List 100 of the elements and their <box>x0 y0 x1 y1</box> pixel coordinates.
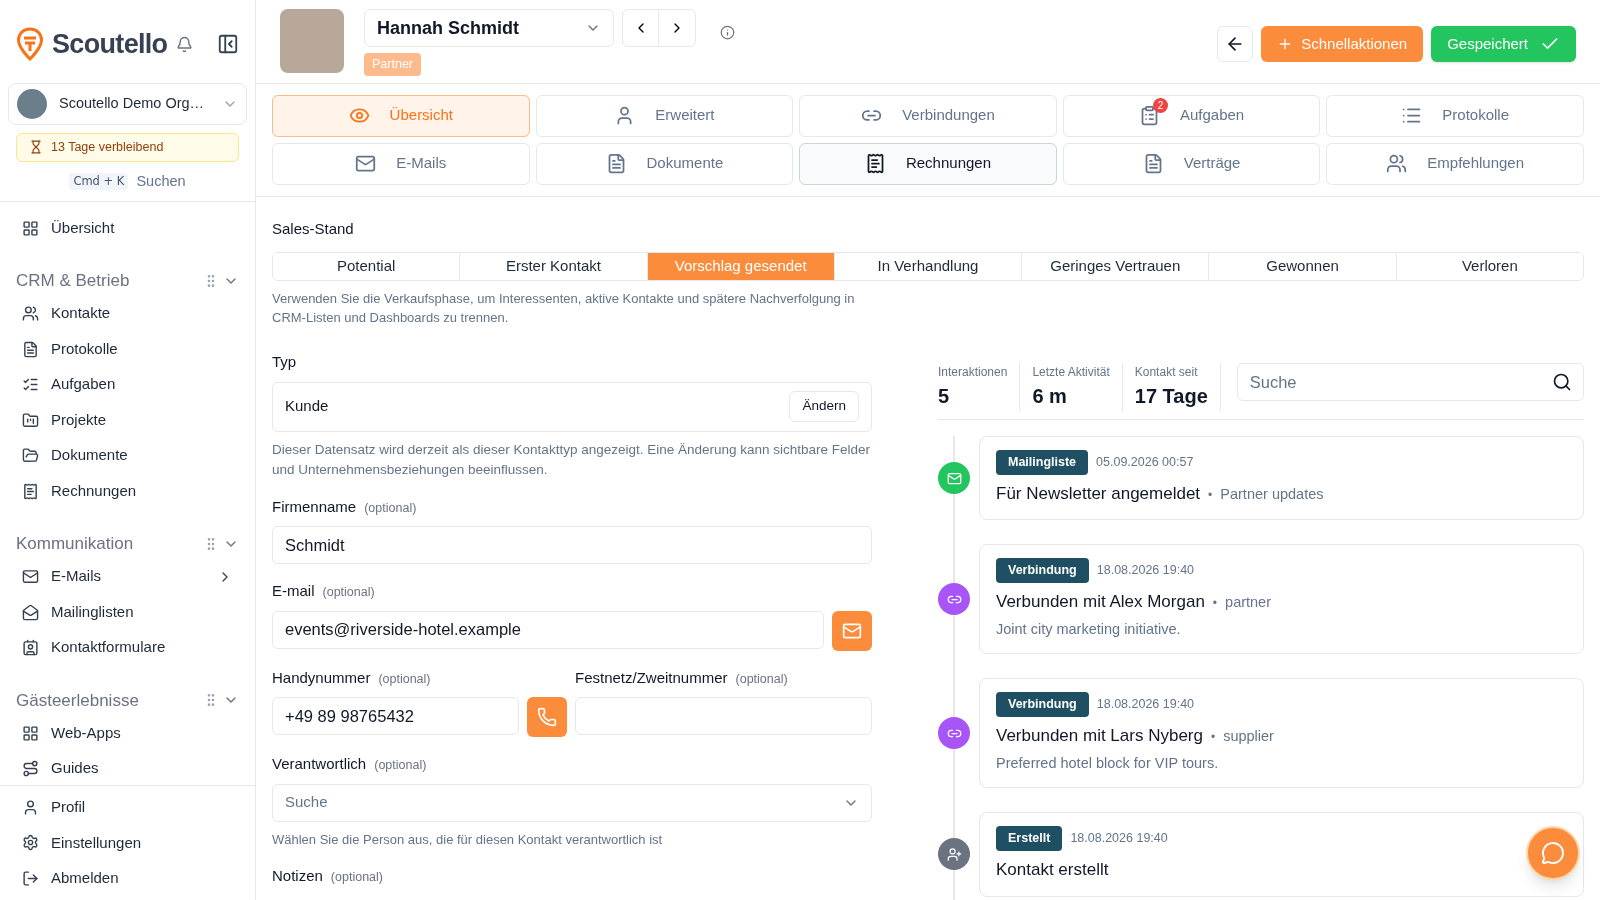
nav-item[interactable]: Protokolle <box>0 331 255 367</box>
event-title: Kontakt erstellt <box>996 859 1109 881</box>
info-icon[interactable] <box>720 25 735 40</box>
collapse-sidebar-icon[interactable] <box>217 33 239 56</box>
bullet-separator: • <box>1212 595 1218 612</box>
mail-icon <box>22 568 39 585</box>
chat-bubble-icon <box>1541 841 1565 865</box>
trial-text: 13 Tage verbleibend <box>51 138 164 156</box>
event-tag: Erstellt <box>996 826 1063 851</box>
nav-item[interactable]: Web-Apps <box>0 715 255 751</box>
contact-card-icon <box>22 639 39 656</box>
optional-hint: (optional) <box>374 757 427 774</box>
owner-select[interactable]: Suche <box>272 783 872 822</box>
email-field[interactable]: events@riverside-hotel.example <box>272 610 824 649</box>
tab[interactable]: E-Mails <box>272 142 530 185</box>
users-icon <box>22 305 39 322</box>
mobile-number-field[interactable]: +49 89 98765432 <box>272 697 519 735</box>
back-button[interactable] <box>1217 26 1254 62</box>
field-label: Typ <box>272 352 298 372</box>
organization-switcher[interactable]: Scoutello Demo Org… <box>8 82 247 125</box>
field-label: Verantwortlich <box>272 754 367 774</box>
field-label: Handynummer <box>272 667 371 688</box>
grid-icon <box>22 724 39 742</box>
help-text: Wählen Sie die Person aus, die für diesen Kontakt verantwortlich ist <box>272 830 664 849</box>
tab[interactable]: Erweitert <box>535 94 794 137</box>
nav-item[interactable]: Mailinglisten <box>0 594 255 630</box>
search-link[interactable]: Suchen <box>136 170 186 193</box>
field-label: E-mail <box>272 581 315 601</box>
nav-item[interactable]: Rechnungen <box>0 473 255 509</box>
person-icon <box>22 798 39 816</box>
tab[interactable]: Verträge <box>1062 142 1321 185</box>
contact-selector[interactable]: Hannah Schmidt <box>364 9 614 47</box>
logo-icon <box>16 27 44 62</box>
company-name-field[interactable]: Schmidt <box>272 526 872 564</box>
nav-item[interactable]: Übersicht <box>0 210 255 246</box>
nav-item[interactable]: Kontakte <box>0 295 255 332</box>
tab[interactable]: Protokolle <box>1326 94 1584 137</box>
contact-photo-placeholder <box>280 9 344 73</box>
mail-icon <box>946 470 962 486</box>
nav-item[interactable]: Abmelden <box>0 860 255 896</box>
change-button[interactable]: Ändern <box>789 391 859 422</box>
shortcut-key: Cmd + K <box>69 172 129 190</box>
optional-hint: (optional) <box>378 670 431 688</box>
event-tag: Mailingliste <box>996 450 1089 475</box>
optional-hint: (optional) <box>322 584 375 601</box>
nav-item[interactable]: Dokumente <box>0 437 255 474</box>
chat-button[interactable] <box>1526 826 1580 880</box>
optional-hint: (optional) <box>364 499 417 517</box>
event-tag: Verbindung <box>996 692 1089 717</box>
notification-bell-icon[interactable] <box>176 35 193 53</box>
optional-hint: (optional) <box>735 670 788 688</box>
send-email-button[interactable] <box>832 610 872 651</box>
stat-value: 5 <box>938 384 951 409</box>
search-icon <box>1552 372 1572 392</box>
event-meta: partner <box>1225 593 1271 612</box>
help-text: Dieser Datensatz wird derzeit als dieser Kontakttyp angezeigt. Eine Änderung kann sichtbare Felder und Unternehmensbeziehungen beeinflussen. <box>272 440 872 479</box>
event-note: Joint city marketing initiative. <box>996 619 1182 639</box>
field-label: Notizen <box>272 866 323 886</box>
tab[interactable]: Empfehlungen <box>1326 142 1584 185</box>
event-title: Für Newsletter angemeldet <box>996 482 1201 505</box>
route-icon <box>22 760 39 777</box>
tab[interactable]: Dokumente <box>535 142 794 185</box>
nav-item[interactable]: Einstellungen <box>0 825 255 861</box>
event-date: 05.09.2026 00:57 <box>1096 454 1194 471</box>
stat-value: 17 Tage <box>1134 384 1208 409</box>
optional-hint: (optional) <box>330 869 383 886</box>
event-title: Verbunden mit Lars Nyberg <box>996 725 1203 747</box>
stat-label: Kontakt seit <box>1134 364 1199 381</box>
bullet-separator: • <box>1210 729 1216 746</box>
tab[interactable]: 2 Aufgaben <box>1062 94 1321 137</box>
brand-name: Scoutello <box>52 28 168 61</box>
nav-item[interactable]: Kontaktformulare <box>0 629 255 666</box>
mail-icon <box>22 603 39 621</box>
field-label: Festnetz/Zweitnummer <box>575 667 728 688</box>
call-button[interactable] <box>527 697 567 737</box>
landline-number-field[interactable] <box>575 697 872 735</box>
sales-stage-segment[interactable]: Potential <box>273 253 461 280</box>
logout-icon <box>22 869 39 887</box>
section-label: Sales-Stand <box>272 218 355 239</box>
users-icon <box>1386 153 1408 174</box>
tab[interactable]: Rechnungen <box>799 142 1057 185</box>
folder-icon <box>22 447 39 464</box>
settings-icon <box>22 834 39 852</box>
grid-icon <box>22 219 39 237</box>
bullet-separator: • <box>1208 486 1213 504</box>
nav-item[interactable]: Guides <box>0 750 255 785</box>
tab[interactable]: Verbindungen <box>799 94 1057 137</box>
timeline-search-field[interactable]: Suche <box>1236 363 1584 401</box>
receipt-icon <box>22 482 39 500</box>
folder-icon <box>22 411 39 429</box>
nav-item[interactable]: Projekte <box>0 402 255 438</box>
event-date: 18.08.2026 19:40 <box>1070 830 1168 848</box>
person-add-icon <box>946 846 962 862</box>
nav-item[interactable]: E-Mails <box>0 558 255 595</box>
event-note: Preferred hotel block for VIP tours. <box>996 753 1220 773</box>
field-label: Firmenname <box>272 496 357 517</box>
type-field: Kunde Ändern <box>272 381 872 432</box>
hourglass-icon <box>29 140 43 154</box>
nav-item[interactable]: Profil <box>0 789 255 825</box>
nav-item[interactable]: Aufgaben <box>0 366 255 403</box>
